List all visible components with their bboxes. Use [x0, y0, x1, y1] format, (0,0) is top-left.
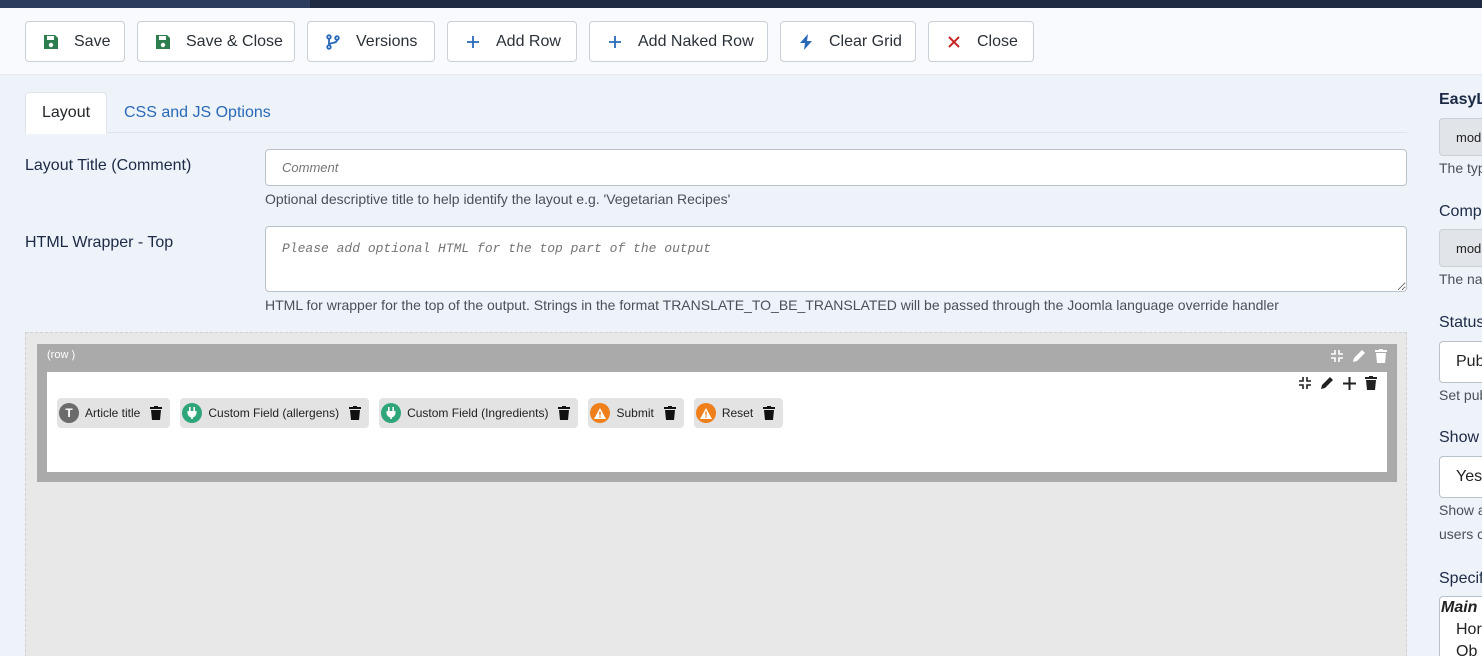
row-actions: [1329, 348, 1389, 364]
plus-icon: [464, 33, 482, 51]
sidebar-type-help: The typ: [1439, 160, 1482, 176]
close-button[interactable]: Close: [928, 21, 1034, 62]
bolt-icon: [797, 33, 815, 51]
clear-grid-button[interactable]: Clear Grid: [780, 21, 916, 62]
sidebar-specific-option[interactable]: Hor: [1440, 621, 1482, 639]
html-wrapper-top-help: HTML for wrapper for the top of the outp…: [265, 297, 1279, 313]
tab-bar: Layout CSS and JS Options: [25, 92, 1407, 134]
edit-pencil-icon[interactable]: [1351, 348, 1367, 364]
layout-title-input[interactable]: [265, 149, 1407, 186]
field-chip-custom-field-ingredients[interactable]: Custom Field (Ingredients): [379, 398, 579, 428]
trash-icon[interactable]: [662, 405, 678, 421]
tab-layout[interactable]: Layout: [25, 92, 108, 134]
close-button-label: Close: [977, 32, 1018, 50]
save-button-label: Save: [74, 32, 111, 50]
sidebar-specific-group: Main I: [1441, 599, 1482, 616]
save-close-button[interactable]: Save & Close: [137, 21, 295, 62]
top-bar-accent: [0, 0, 310, 8]
html-wrapper-top-textarea[interactable]: [265, 226, 1407, 292]
collapse-icon[interactable]: [1329, 348, 1345, 364]
add-row-button-label: Add Row: [496, 32, 561, 50]
sidebar-specific-list[interactable]: Main I Hor Ob: [1439, 596, 1482, 656]
field-chip-article-title[interactable]: T Article title: [57, 398, 171, 428]
layout-title-help: Optional descriptive title to help ident…: [265, 191, 731, 207]
warning-icon: [590, 403, 611, 423]
add-naked-row-button-label: Add Naked Row: [638, 32, 754, 50]
close-icon: [945, 33, 963, 51]
grid-row[interactable]: (row ) T Article title Custom Field (all…: [37, 344, 1397, 482]
sidebar-component-label: Comp: [1439, 203, 1482, 220]
top-bar: [0, 0, 1482, 8]
collapse-icon[interactable]: [1297, 375, 1313, 391]
sidebar-status-label: Status: [1439, 314, 1482, 331]
field-chip-label: Custom Field (Ingredients): [407, 406, 549, 420]
branch-icon: [324, 33, 342, 51]
clear-grid-button-label: Clear Grid: [829, 32, 902, 50]
trash-icon[interactable]: [1373, 348, 1389, 364]
sidebar-type-button[interactable]: mod: [1439, 118, 1482, 156]
edit-pencil-icon[interactable]: [1319, 375, 1335, 391]
html-wrapper-top-label: HTML Wrapper - Top: [25, 234, 174, 251]
field-chips: T Article title Custom Field (allergens): [57, 398, 784, 428]
plug-icon: [381, 403, 402, 423]
save-button[interactable]: Save: [25, 21, 125, 62]
field-chip-label: Submit: [616, 406, 654, 420]
field-chip-label: Reset: [721, 406, 754, 420]
sidebar-status-help: Set pub: [1439, 387, 1482, 403]
add-field-icon[interactable]: [1341, 375, 1357, 391]
save-close-button-label: Save & Close: [186, 32, 283, 50]
save-icon: [42, 33, 60, 51]
sidebar-component-button[interactable]: mod: [1439, 229, 1482, 267]
field-chip-reset[interactable]: Reset: [693, 398, 784, 428]
trash-icon[interactable]: [556, 405, 572, 421]
trash-icon[interactable]: [148, 405, 164, 421]
field-chip-label: Article title: [85, 406, 141, 420]
sidebar-component-help: The na: [1439, 271, 1482, 287]
field-chip-label: Custom Field (allergens): [208, 406, 340, 420]
plug-icon: [182, 403, 203, 423]
sidebar-show-help-2: users c: [1439, 526, 1482, 542]
save-icon: [154, 33, 172, 51]
layout-title-label: Layout Title (Comment): [25, 157, 192, 174]
column-actions: [1297, 375, 1379, 391]
plus-icon: [606, 33, 624, 51]
toolbar: Save Save & Close Versions Add Row Add N…: [0, 8, 1482, 75]
sidebar-section-title: EasyL: [1439, 91, 1482, 108]
trash-icon[interactable]: [1363, 375, 1379, 391]
sidebar-specific-label: Specifi: [1439, 570, 1482, 587]
sidebar-show-label: Show: [1439, 429, 1480, 446]
sidebar-status-select[interactable]: Pub: [1439, 341, 1482, 383]
sidebar-show-select[interactable]: Yes: [1439, 456, 1482, 498]
field-chip-submit[interactable]: Submit: [588, 398, 684, 428]
sidebar-show-help: Show a: [1439, 502, 1482, 518]
text-icon: T: [59, 403, 79, 423]
add-row-button[interactable]: Add Row: [447, 21, 577, 62]
warning-icon: [695, 403, 716, 423]
field-chip-custom-field-allergens[interactable]: Custom Field (allergens): [180, 398, 370, 428]
sidebar-specific-option[interactable]: Ob: [1440, 643, 1482, 656]
versions-button[interactable]: Versions: [307, 21, 435, 62]
tab-css-js-options[interactable]: CSS and JS Options: [108, 92, 287, 133]
layout-grid: (row ) T Article title Custom Field (all…: [25, 332, 1407, 656]
grid-column[interactable]: T Article title Custom Field (allergens): [47, 372, 1387, 472]
row-label: (row ): [47, 349, 76, 361]
trash-icon[interactable]: [761, 405, 777, 421]
add-naked-row-button[interactable]: Add Naked Row: [589, 21, 768, 62]
versions-button-label: Versions: [356, 32, 418, 50]
trash-icon[interactable]: [347, 405, 363, 421]
